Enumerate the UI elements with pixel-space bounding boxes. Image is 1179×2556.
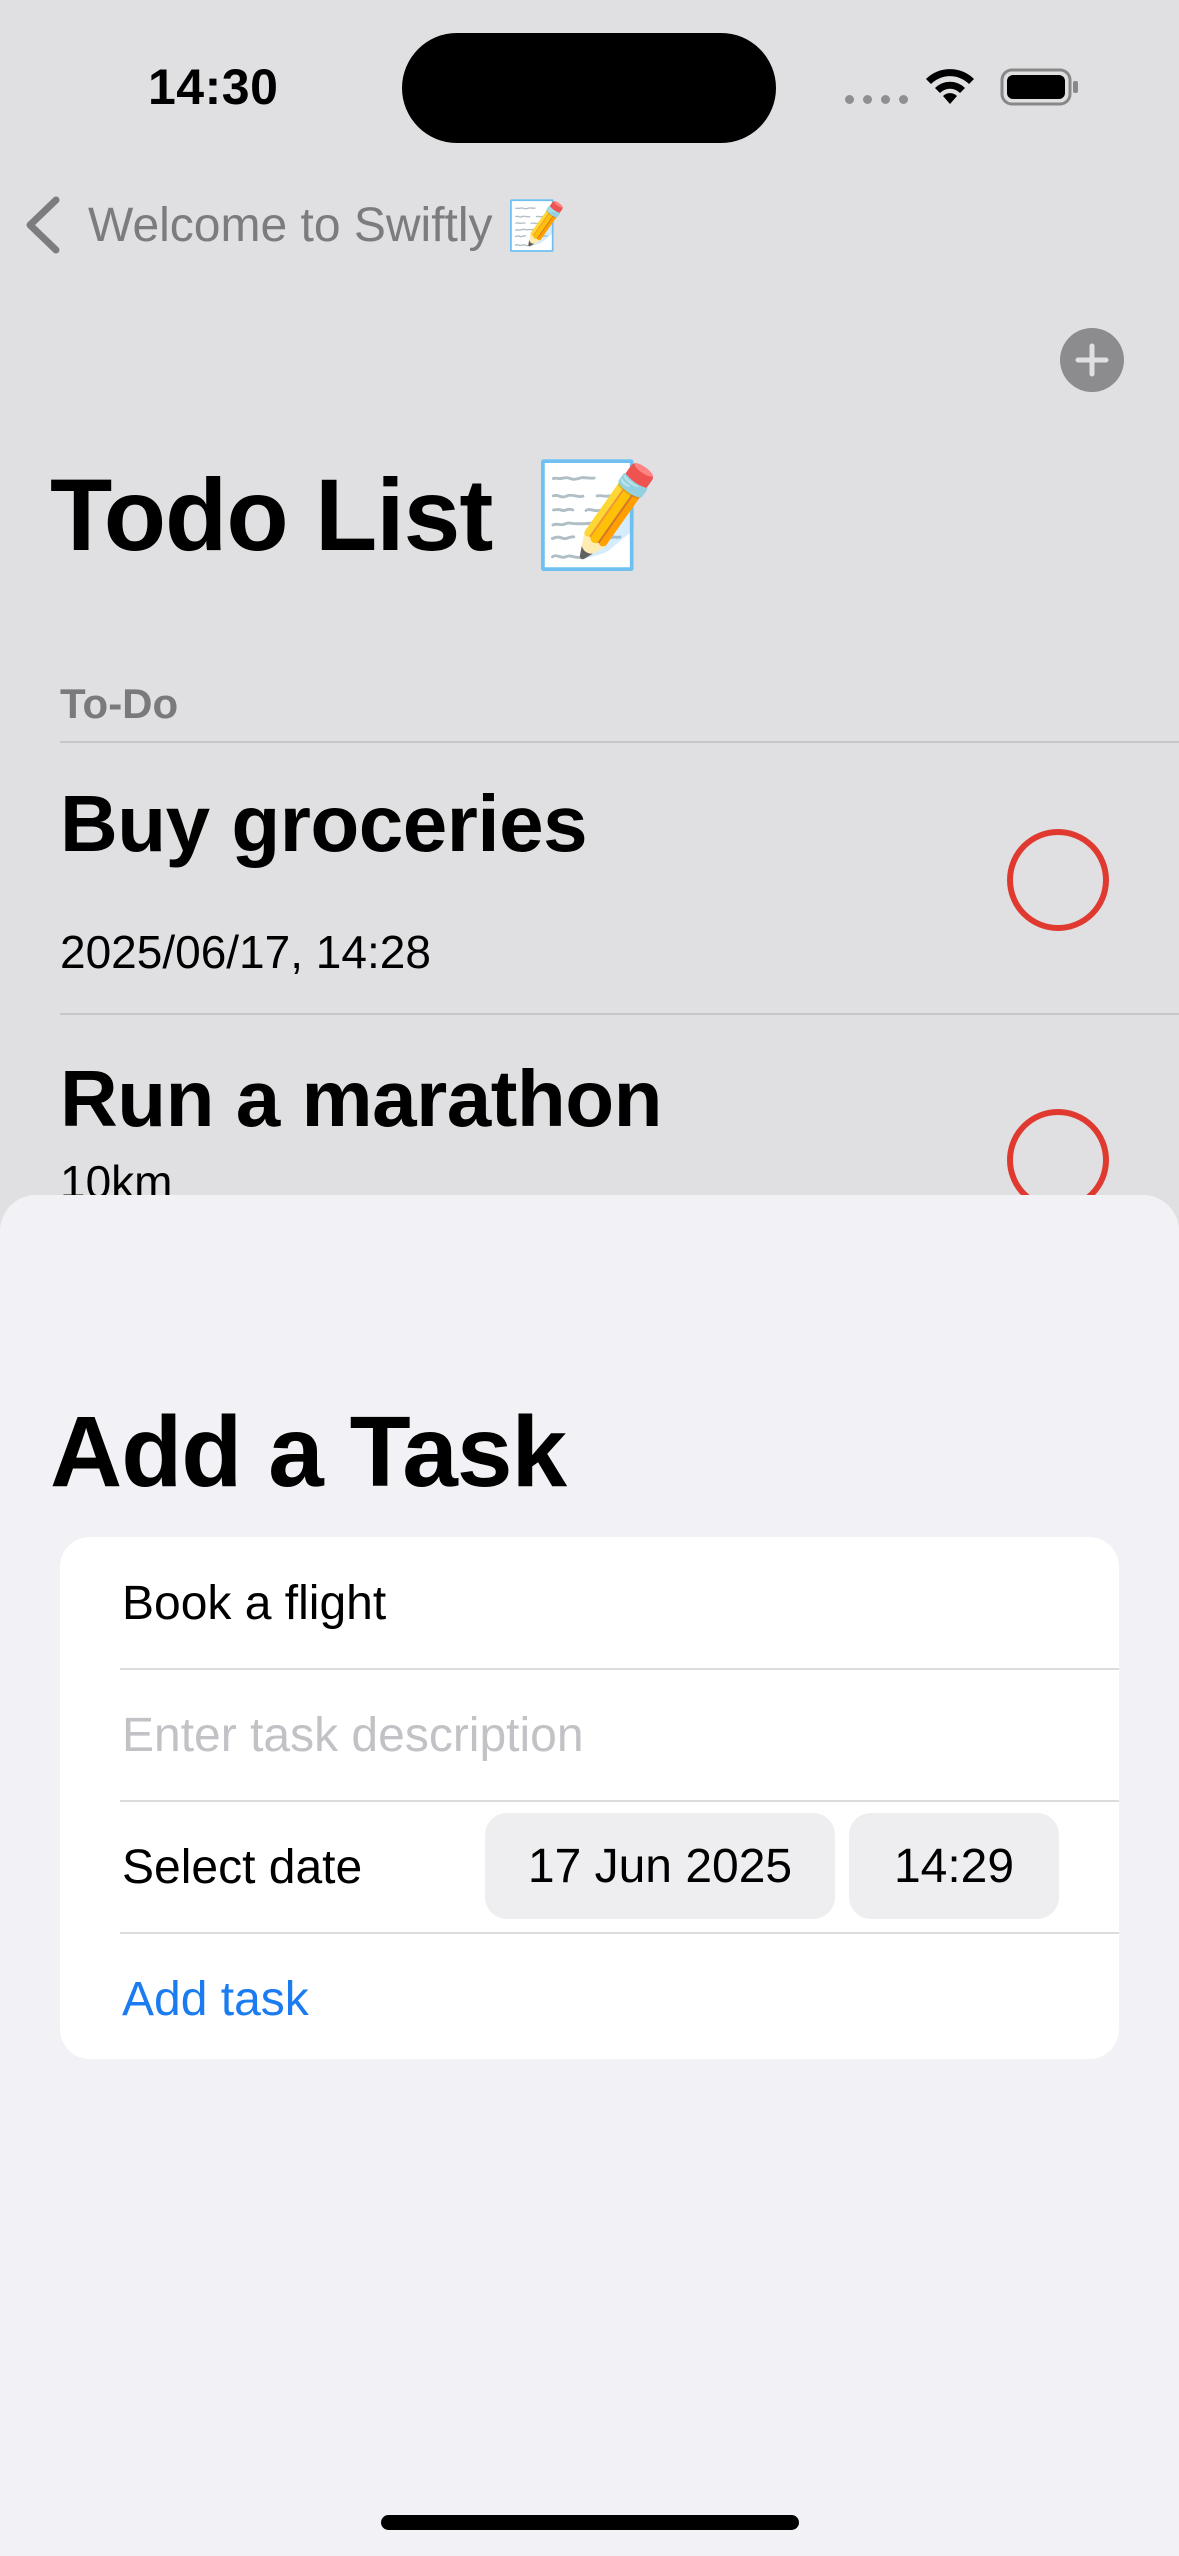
memo-emoji: 📝 <box>533 458 661 572</box>
time-picker-button[interactable]: 14:29 <box>849 1813 1059 1919</box>
cellular-signal-icon <box>845 95 908 104</box>
status-time: 14:30 <box>148 59 279 115</box>
task-name-row[interactable] <box>122 1537 1119 1669</box>
date-label: Select date <box>122 1840 363 1894</box>
wifi-icon <box>926 69 974 104</box>
task-title: Run a marathon <box>60 1054 662 1143</box>
home-indicator[interactable] <box>381 2515 799 2530</box>
plus-icon <box>1075 343 1109 377</box>
dynamic-island <box>402 33 776 143</box>
add-task-button[interactable] <box>1060 328 1124 392</box>
task-title: Buy groceries <box>60 779 588 868</box>
task-description-field[interactable] <box>122 1707 1022 1763</box>
add-task-form: Select date 17 Jun 2025 14:29 Add task <box>60 1537 1119 2059</box>
divider <box>60 741 1179 743</box>
task-subtitle: 2025/06/17, 14:28 <box>60 926 431 978</box>
divider <box>60 1013 1179 1015</box>
back-button[interactable]: Welcome to Swiftly 📝 <box>20 190 566 260</box>
memo-emoji: 📝 <box>506 199 567 253</box>
date-picker-button[interactable]: 17 Jun 2025 <box>485 1813 835 1919</box>
add-task-sheet: Add a Task Select date 17 Jun 2025 14:29… <box>0 1195 1179 2556</box>
chevron-left-icon <box>26 196 60 254</box>
task-name-field[interactable] <box>122 1575 1022 1631</box>
date-row: Select date 17 Jun 2025 14:29 <box>122 1801 1119 1933</box>
add-task-submit-button[interactable]: Add task <box>122 1972 309 2027</box>
section-header-todo: To-Do <box>60 680 179 727</box>
task-description-row[interactable] <box>122 1669 1119 1801</box>
sheet-title: Add a Task <box>50 1396 567 1508</box>
complete-toggle-circle[interactable] <box>1007 829 1109 931</box>
back-label: Welcome to Swiftly <box>88 198 493 252</box>
add-task-row[interactable]: Add task <box>122 1933 1119 2059</box>
battery-icon <box>1000 68 1078 106</box>
page-title: Todo List 📝 <box>50 455 661 575</box>
